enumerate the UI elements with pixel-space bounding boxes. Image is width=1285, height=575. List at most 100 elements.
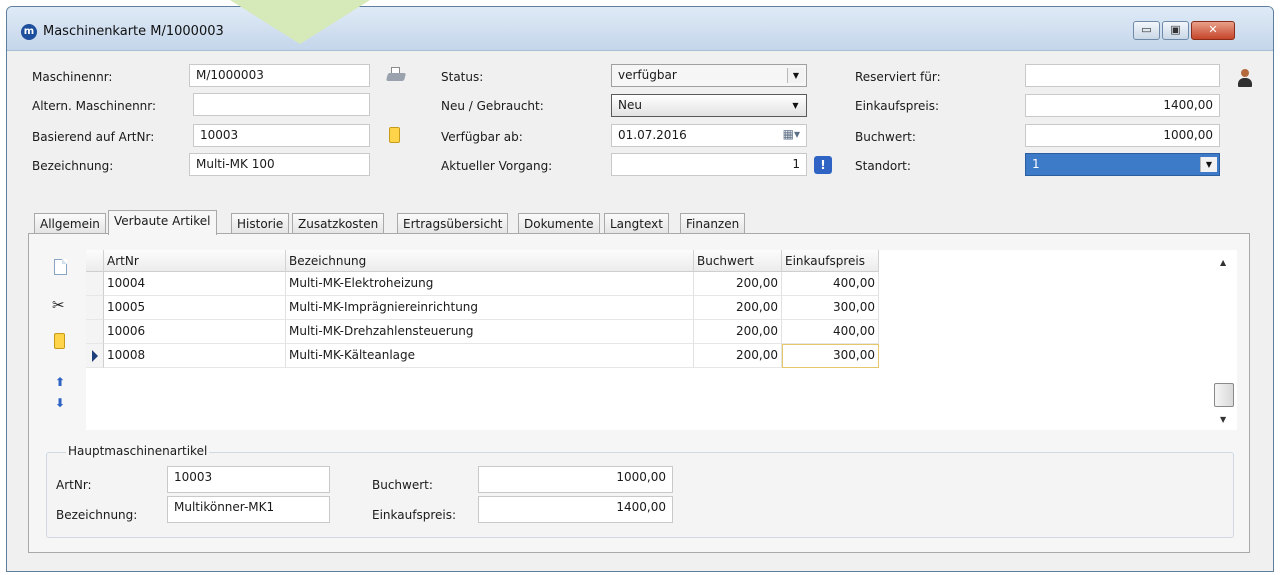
neu-gebraucht-select[interactable]: Neu ▼ xyxy=(611,94,807,117)
window-title: Maschinenkarte M/1000003 xyxy=(43,24,224,39)
haupt-buchwert-value: 1000,00 xyxy=(616,470,666,484)
app-logo-icon: m xyxy=(21,24,37,40)
reserviert-fuer-field[interactable] xyxy=(1025,64,1220,87)
move-down-icon[interactable]: ⬇ xyxy=(55,397,65,409)
chevron-down-icon[interactable]: ▼ xyxy=(787,98,804,113)
row-indicator[interactable] xyxy=(86,296,104,320)
buchwert-field[interactable]: 1000,00 xyxy=(1025,124,1220,147)
table-row[interactable]: 10006 Multi-MK-Drehzahlensteuerung 200,00 4… xyxy=(86,320,879,344)
table-row[interactable]: 10008 Multi-MK-Kälteanlage 200,00 300,00 xyxy=(86,344,879,368)
standort-value: 1 xyxy=(1032,157,1040,171)
einkaufspreis-value: 1400,00 xyxy=(1163,98,1213,112)
tab-allgemein[interactable]: Allgemein xyxy=(34,213,106,234)
reserviert-fuer-label: Reserviert für: xyxy=(855,70,941,84)
status-value: verfügbar xyxy=(618,68,677,82)
cell-artnr[interactable]: 10006 xyxy=(104,320,286,344)
column-header-buchwert[interactable]: Buchwert xyxy=(694,250,782,272)
verfuegbar-ab-field[interactable]: 01.07.2016 ▦▾ xyxy=(611,124,807,147)
printer-icon[interactable] xyxy=(385,67,407,83)
tab-finanzen[interactable]: Finanzen xyxy=(680,213,746,234)
cell-buchwert[interactable]: 200,00 xyxy=(694,320,782,344)
calendar-icon[interactable]: ▦▾ xyxy=(783,127,800,141)
scroll-down-icon[interactable]: ▼ xyxy=(1220,415,1226,424)
buchwert-label: Buchwert: xyxy=(855,130,916,144)
table-row[interactable]: 10004 Multi-MK-Elektroheizung 200,00 400,00 xyxy=(86,272,879,296)
cell-buchwert[interactable]: 200,00 xyxy=(694,272,782,296)
basierend-auf-artnr-value: 10003 xyxy=(200,128,239,142)
row-indicator[interactable] xyxy=(86,320,104,344)
status-select[interactable]: verfügbar ▼ xyxy=(611,64,807,87)
cell-buchwert[interactable]: 200,00 xyxy=(694,296,782,320)
bezeichnung-field[interactable]: Multi-MK 100 xyxy=(189,153,370,176)
vertical-scrollbar[interactable]: ▲ ▼ xyxy=(1211,250,1237,430)
maschinennr-value: M/1000003 xyxy=(196,68,264,82)
maximize-button[interactable]: ▣ xyxy=(1162,21,1189,40)
info-icon[interactable]: ! xyxy=(814,156,832,174)
haupt-artnr-value: 10003 xyxy=(174,470,213,484)
cell-einkaufspreis[interactable]: 300,00 xyxy=(782,344,879,368)
tab-zusatzkosten[interactable]: Zusatzkosten xyxy=(292,213,385,234)
scrollbar-thumb[interactable] xyxy=(1214,383,1234,407)
haupt-einkaufspreis-field[interactable]: 1400,00 xyxy=(478,496,673,523)
basierend-auf-artnr-field[interactable]: 10003 xyxy=(193,124,370,147)
haupt-artnr-field[interactable]: 10003 xyxy=(167,466,330,493)
cell-bezeichnung[interactable]: Multi-MK-Drehzahlensteuerung xyxy=(286,320,694,344)
tab-langtext[interactable]: Langtext xyxy=(604,213,669,234)
close-button[interactable]: ✕ xyxy=(1191,21,1235,40)
haupt-buchwert-field[interactable]: 1000,00 xyxy=(478,466,673,493)
verfuegbar-ab-label: Verfügbar ab: xyxy=(441,130,523,144)
scroll-up-icon[interactable]: ▲ xyxy=(1220,258,1226,267)
column-header-einkaufspreis[interactable]: Einkaufspreis xyxy=(782,250,879,272)
cell-einkaufspreis[interactable]: 300,00 xyxy=(782,296,879,320)
current-row-indicator[interactable] xyxy=(86,344,104,368)
haupt-einkaufspreis-value: 1400,00 xyxy=(616,500,666,514)
tab-dokumente[interactable]: Dokumente xyxy=(518,213,600,234)
standort-label: Standort: xyxy=(855,159,911,173)
aktueller-vorgang-field[interactable]: 1 xyxy=(611,153,807,176)
cell-bezeichnung[interactable]: Multi-MK-Kälteanlage xyxy=(286,344,694,368)
row-indicator-header xyxy=(86,250,104,272)
haupt-bezeichnung-value: Multikönner-MK1 xyxy=(174,500,275,514)
bezeichnung-value: Multi-MK 100 xyxy=(196,157,275,171)
column-header-artnr[interactable]: ArtNr xyxy=(104,250,286,272)
move-up-icon[interactable]: ⬆ xyxy=(55,376,65,388)
cell-einkaufspreis[interactable]: 400,00 xyxy=(782,320,879,344)
scissors-icon[interactable]: ✂ xyxy=(52,297,65,313)
cell-artnr[interactable]: 10005 xyxy=(104,296,286,320)
decorative-triangle xyxy=(230,0,370,44)
tab-historie[interactable]: Historie xyxy=(231,213,290,234)
cell-einkaufspreis[interactable]: 400,00 xyxy=(782,272,879,296)
cell-bezeichnung[interactable]: Multi-MK-Elektroheizung xyxy=(286,272,694,296)
person-icon[interactable] xyxy=(1237,69,1253,87)
altern-maschinennr-field[interactable] xyxy=(193,93,370,116)
chevron-down-icon[interactable]: ▼ xyxy=(787,68,804,83)
cell-bezeichnung[interactable]: Multi-MK-Imprägniereinrichtung xyxy=(286,296,694,320)
altern-maschinennr-label: Altern. Maschinennr: xyxy=(32,99,157,113)
verfuegbar-ab-value: 01.07.2016 xyxy=(618,128,687,142)
note-icon[interactable] xyxy=(54,333,65,349)
haupt-buchwert-label: Buchwert: xyxy=(372,478,433,492)
standort-select[interactable]: 1 ▼ xyxy=(1025,153,1220,176)
hauptmaschinenartikel-title: Hauptmaschinenartikel xyxy=(66,444,210,458)
column-header-bezeichnung[interactable]: Bezeichnung xyxy=(286,250,694,272)
aktueller-vorgang-label: Aktueller Vorgang: xyxy=(441,159,553,173)
new-document-icon[interactable] xyxy=(54,259,67,275)
einkaufspreis-field[interactable]: 1400,00 xyxy=(1025,94,1220,117)
chevron-down-icon[interactable]: ▼ xyxy=(1200,157,1217,172)
cell-artnr[interactable]: 10008 xyxy=(104,344,286,368)
minimize-button[interactable]: ▭ xyxy=(1133,21,1160,40)
maschinennr-field[interactable]: M/1000003 xyxy=(189,64,370,87)
tab-verbaute-artikel[interactable]: Verbaute Artikel xyxy=(108,210,217,235)
tab-ertragsuebersicht[interactable]: Ertragsübersicht xyxy=(397,213,509,234)
row-indicator[interactable] xyxy=(86,272,104,296)
neu-gebraucht-label: Neu / Gebraucht: xyxy=(441,99,544,113)
haupt-einkaufspreis-label: Einkaufspreis: xyxy=(372,508,456,522)
note-icon[interactable] xyxy=(389,127,400,143)
haupt-artnr-label: ArtNr: xyxy=(56,478,92,492)
cell-artnr[interactable]: 10004 xyxy=(104,272,286,296)
aktueller-vorgang-value: 1 xyxy=(792,157,800,171)
bezeichnung-label: Bezeichnung: xyxy=(32,159,114,173)
haupt-bezeichnung-field[interactable]: Multikönner-MK1 xyxy=(167,496,330,523)
table-row[interactable]: 10005 Multi-MK-Imprägniereinrichtung 200,0… xyxy=(86,296,879,320)
cell-buchwert[interactable]: 200,00 xyxy=(694,344,782,368)
